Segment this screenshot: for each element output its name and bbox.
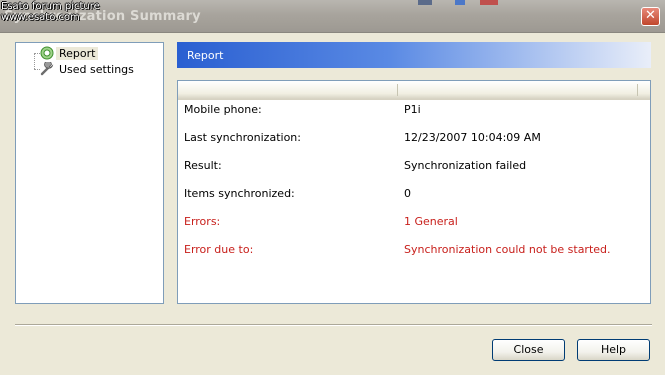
report-status-icon bbox=[40, 46, 54, 60]
list-header bbox=[178, 81, 650, 100]
title-bar-strip bbox=[455, 0, 465, 5]
report-header: Report bbox=[177, 42, 651, 68]
help-button[interactable]: Help bbox=[577, 339, 650, 361]
nav-tree: Report Used settings bbox=[15, 42, 164, 304]
report-header-title: Report bbox=[187, 49, 224, 62]
row-value: 0 bbox=[404, 187, 411, 200]
close-button[interactable]: Close bbox=[492, 339, 565, 361]
watermark-line: Esato forum picture bbox=[1, 1, 100, 12]
report-list: Mobile phone: P1i Last synchronization: … bbox=[177, 80, 651, 304]
title-bar-strip bbox=[480, 0, 498, 5]
list-row: Result: Synchronization failed bbox=[184, 159, 644, 175]
column-header[interactable] bbox=[398, 84, 638, 96]
list-row-error: Error due to: Synchronization could not … bbox=[184, 243, 644, 259]
footer-divider bbox=[15, 324, 652, 326]
title-bar[interactable]: Synchronization Summary Esato forum pict… bbox=[0, 0, 665, 33]
title-bar-strip bbox=[418, 0, 432, 5]
row-label: Result: bbox=[184, 159, 222, 172]
row-value: 1 General bbox=[404, 215, 458, 228]
row-label: Error due to: bbox=[184, 243, 254, 256]
row-label: Mobile phone: bbox=[184, 103, 262, 116]
list-row: Items synchronized: 0 bbox=[184, 187, 644, 203]
row-label: Errors: bbox=[184, 215, 221, 228]
row-label: Last synchronization: bbox=[184, 131, 301, 144]
column-header[interactable] bbox=[178, 84, 398, 96]
nav-item-label: Report bbox=[56, 47, 99, 60]
watermark-line: www.esato.com bbox=[1, 12, 80, 23]
row-label: Items synchronized: bbox=[184, 187, 295, 200]
list-row-error: Errors: 1 General bbox=[184, 215, 644, 231]
row-value: Synchronization could not be started. bbox=[404, 243, 611, 256]
nav-item-used-settings[interactable]: Used settings bbox=[22, 61, 162, 77]
list-row: Last synchronization: 12/23/2007 10:04:0… bbox=[184, 131, 644, 147]
row-value: 12/23/2007 10:04:09 AM bbox=[404, 131, 541, 144]
row-value: Synchronization failed bbox=[404, 159, 527, 172]
wrench-icon bbox=[40, 62, 54, 76]
nav-item-label: Used settings bbox=[59, 63, 134, 76]
row-value: P1i bbox=[404, 103, 421, 116]
watermark: Esato forum picture www.esato.com bbox=[1, 1, 100, 23]
window-close-button[interactable]: ✕ bbox=[641, 7, 660, 26]
list-row: Mobile phone: P1i bbox=[184, 103, 644, 119]
sync-summary-window: Synchronization Summary Esato forum pict… bbox=[0, 0, 665, 375]
nav-item-report[interactable]: Report bbox=[22, 45, 162, 61]
